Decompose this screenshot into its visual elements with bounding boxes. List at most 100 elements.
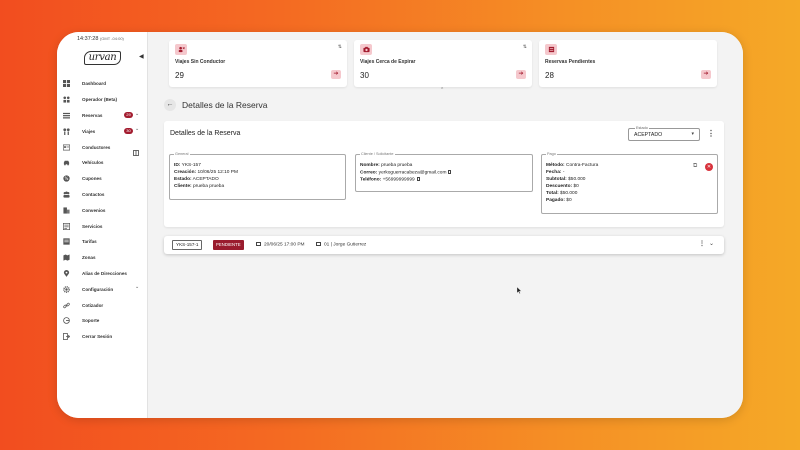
sidebar-item-label: Cupones — [82, 176, 102, 182]
stat-title: Reservas Pendientes — [545, 59, 596, 65]
chevron-down-icon[interactable]: ⌄ — [135, 126, 139, 132]
operator-icon — [63, 96, 70, 103]
cancel-icon[interactable]: ✕ — [705, 163, 713, 171]
general-id: ID: YKS-157 — [174, 163, 201, 168]
sidebar-item-dashboard[interactable]: Dashboard — [57, 76, 148, 92]
arrow-right-icon[interactable]: ➔ — [516, 70, 526, 79]
chevron-down-icon[interactable]: ⌄ — [135, 111, 139, 117]
field-label: Correo: — [360, 170, 378, 176]
field-value: $0 — [566, 198, 572, 203]
sidebar: 14:37:28 (GMT -04:00) urvan ◀ Dashboard … — [57, 32, 148, 418]
field-label: Teléfono: — [360, 177, 382, 183]
camera-icon — [360, 44, 372, 55]
field-label: ID: — [174, 163, 181, 168]
collapse-sidebar-icon[interactable]: ◀ — [139, 53, 144, 60]
trips-icon — [63, 128, 70, 135]
sidebar-item-alias-direcciones[interactable]: Alias de Direcciones — [57, 266, 148, 282]
id-card-icon — [63, 144, 70, 151]
field-value: prueba prueba — [192, 184, 225, 189]
list-icon — [545, 44, 557, 55]
cliente-section: Cliente / Solicitante Nombre: prueba pru… — [355, 151, 533, 192]
stat-title: Viajes Cerca de Expirar — [360, 59, 416, 65]
services-icon — [63, 222, 70, 230]
sidebar-item-label: Convenios — [82, 207, 106, 213]
coupon-icon: % — [63, 175, 70, 182]
rates-icon — [63, 238, 70, 246]
field-label: Método: — [546, 163, 565, 168]
sidebar-item-contactos[interactable]: Contactos — [57, 187, 148, 203]
more-vert-icon[interactable]: ⋮ — [707, 129, 715, 138]
sidebar-item-label: Contactos — [82, 191, 105, 197]
pago-total: Total: $50.000 — [546, 191, 577, 196]
sidebar-item-convenios[interactable]: Convenios — [57, 202, 148, 218]
sidebar-item-label: Cotizador — [82, 302, 104, 308]
field-label: Fecha: — [546, 170, 562, 175]
arrow-right-icon[interactable]: ➔ — [331, 70, 341, 79]
field-value: $50.000 — [560, 191, 578, 196]
sidebar-item-conductores[interactable]: Conductores — [57, 139, 148, 157]
pago-section: Pago ⧉ ✕ Método: Contra-Factura Fecha: -… — [541, 151, 718, 214]
chevron-down-icon[interactable]: ⌄ — [135, 284, 139, 290]
sidebar-nav: Dashboard Operador (Beta) Reservas 29 ⌄ … — [57, 76, 148, 345]
sort-icon[interactable]: ⇅ — [338, 44, 342, 50]
more-vert-icon[interactable]: ⋮ — [699, 240, 705, 247]
sidebar-item-reservas[interactable]: Reservas 29 ⌄ — [57, 108, 148, 124]
field-value: yerkoguerracabeza@gmail.com — [378, 170, 447, 176]
driver-card-icon — [316, 242, 321, 246]
user-x-icon — [175, 44, 187, 55]
stat-value: 29 — [175, 71, 184, 80]
sidebar-item-operador[interactable]: Operador (Beta) — [57, 92, 148, 108]
trip-driver-text: 01 | Jorge Gutierrez — [324, 242, 367, 248]
sidebar-item-label: Dashboard — [82, 81, 106, 87]
pago-actions: ⧉ ✕ — [693, 163, 713, 171]
sidebar-item-label: Tarifas — [82, 239, 97, 245]
estado-select-value: ACEPTADO — [634, 132, 663, 138]
viajes-count-badge: 30 — [124, 127, 133, 134]
sidebar-item-configuracion[interactable]: Configuración ⌄ — [57, 281, 148, 297]
sidebar-item-label: Reservas — [82, 112, 103, 118]
calendar-icon — [256, 242, 261, 246]
pago-pagado: Pagado: $0 — [546, 198, 572, 203]
edit-payment-icon[interactable]: ⧉ — [693, 163, 701, 171]
sidebar-item-soporte[interactable]: Soporte — [57, 313, 148, 329]
sidebar-item-zonas[interactable]: Zonas — [57, 250, 148, 266]
sidebar-item-label: Vehículos — [82, 160, 104, 166]
back-button[interactable]: ← — [164, 99, 176, 111]
copy-icon[interactable] — [448, 170, 452, 174]
gear-icon — [63, 285, 70, 293]
reservas-count-badge: 29 — [124, 112, 133, 119]
caret-down-icon: ▾ — [691, 131, 694, 137]
sidebar-item-tarifas[interactable]: Tarifas — [57, 234, 148, 250]
sidebar-item-label: Zonas — [82, 255, 96, 261]
book-icon[interactable] — [133, 143, 139, 157]
sidebar-item-viajes[interactable]: Viajes 30 ⌄ — [57, 123, 148, 139]
sidebar-item-cerrar-sesion[interactable]: Cerrar Sesión — [57, 329, 148, 345]
sidebar-item-cotizador[interactable]: Cotizador — [57, 297, 148, 313]
trip-datetime-text: 20/06/25 17:00 PM — [264, 242, 305, 248]
copy-icon[interactable] — [416, 177, 420, 181]
stat-card-viajes-cerca-expirar: ⇅ Viajes Cerca de Expirar 30 ➔ — [354, 40, 532, 87]
general-creacion: Creación: 10/06/25 12:10 PM — [174, 170, 238, 175]
pago-legend: Pago — [546, 151, 557, 156]
field-label: Cliente: — [174, 184, 192, 189]
brand-logo[interactable]: urvan — [84, 51, 121, 65]
sidebar-item-servicios[interactable]: Servicios — [57, 218, 148, 234]
sidebar-item-cupones[interactable]: % Cupones — [57, 171, 148, 187]
reservations-icon — [63, 112, 70, 119]
sort-icon[interactable]: ⇅ — [523, 44, 527, 50]
arrow-left-icon: ← — [166, 101, 174, 108]
page-title: Detalles de la Reserva — [182, 100, 268, 110]
estado-select-label: Estado — [635, 125, 649, 130]
estado-select[interactable]: Estado ACEPTADO ▾ — [628, 125, 700, 141]
chevron-down-icon[interactable]: ⌄ — [709, 240, 714, 247]
arrow-right-icon[interactable]: ➔ — [701, 70, 711, 79]
field-value: Contra-Factura — [566, 163, 599, 168]
clock-time: 14:37:28 — [77, 36, 99, 42]
chevron-up-icon[interactable]: ⌃ — [440, 87, 444, 93]
sidebar-item-vehiculos[interactable]: Vehículos — [57, 155, 148, 171]
detail-card-title: Detalles de la Reserva — [170, 130, 241, 137]
trip-row[interactable]: YKS-157-1 PENDIENTE 20/06/25 17:00 PM 01… — [164, 236, 724, 254]
field-value: YKS-157 — [181, 163, 201, 168]
field-value: - — [562, 170, 565, 175]
sidebar-item-label: Operador (Beta) — [82, 97, 117, 103]
